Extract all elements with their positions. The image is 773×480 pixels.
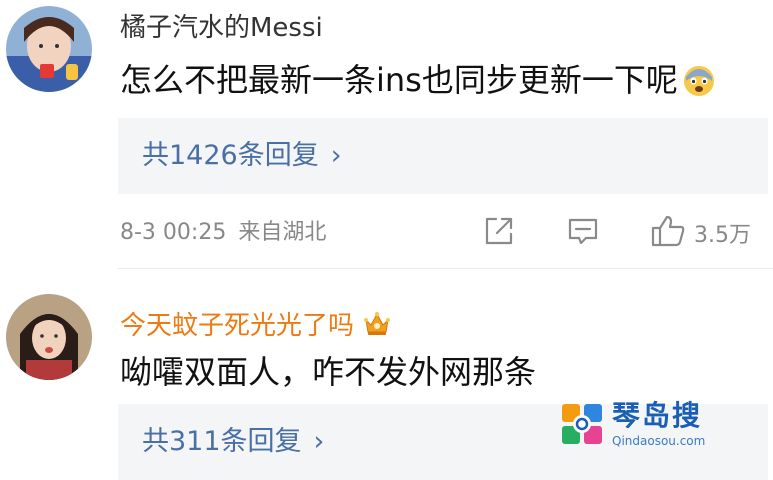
- username[interactable]: 橘子汽水的Messi: [120, 12, 323, 44]
- comment-text-content: 怎么不把最新一条ins也同步更新一下呢: [120, 61, 678, 99]
- replies-count: 共311条回复: [142, 426, 302, 457]
- fearful-face-emoji-icon: [682, 63, 716, 97]
- like-button[interactable]: 3.5万: [650, 214, 751, 252]
- chevron-right-icon: ›: [313, 426, 325, 457]
- thumbs-up-icon: [650, 214, 686, 252]
- comment-text: 怎么不把最新一条ins也同步更新一下呢: [120, 60, 716, 100]
- timestamp: 8-3 00:25: [120, 220, 227, 245]
- avatar[interactable]: [6, 294, 92, 380]
- comment-icon: [566, 214, 600, 252]
- comment-text: 呦嚯双面人，咋不发外网那条: [120, 353, 537, 391]
- comment-button[interactable]: [566, 216, 600, 250]
- view-replies-link[interactable]: 共1426条回复 ›: [142, 138, 342, 174]
- watermark-url: Qindaosou.com: [612, 434, 706, 448]
- avatar[interactable]: [6, 6, 92, 92]
- view-replies-link[interactable]: 共311条回复 ›: [142, 424, 324, 460]
- comment-meta: 8-3 00:25 来自湖北: [120, 218, 326, 248]
- watermark-logo-icon: [560, 402, 604, 446]
- divider: [118, 268, 773, 269]
- comment-item: 橘子汽水的Messi 怎么不把最新一条ins也同步更新一下呢 共1426条回复 ›…: [0, 0, 773, 270]
- replies-box[interactable]: 共1426条回复 ›: [118, 118, 768, 194]
- replies-count: 共1426条回复: [142, 140, 319, 171]
- location: 来自湖北: [238, 220, 327, 245]
- like-count: 3.5万: [694, 223, 751, 248]
- chevron-right-icon: ›: [330, 140, 342, 171]
- share-icon: [482, 214, 516, 252]
- watermark-title: 琴岛搜: [612, 399, 703, 432]
- username[interactable]: 今天蚊子死光光了吗: [120, 308, 392, 342]
- share-button[interactable]: [482, 216, 516, 250]
- crown-icon: [362, 308, 392, 338]
- username-text: 今天蚊子死光光了吗: [120, 311, 355, 341]
- watermark: 琴岛搜 Qindaosou.com: [560, 398, 740, 456]
